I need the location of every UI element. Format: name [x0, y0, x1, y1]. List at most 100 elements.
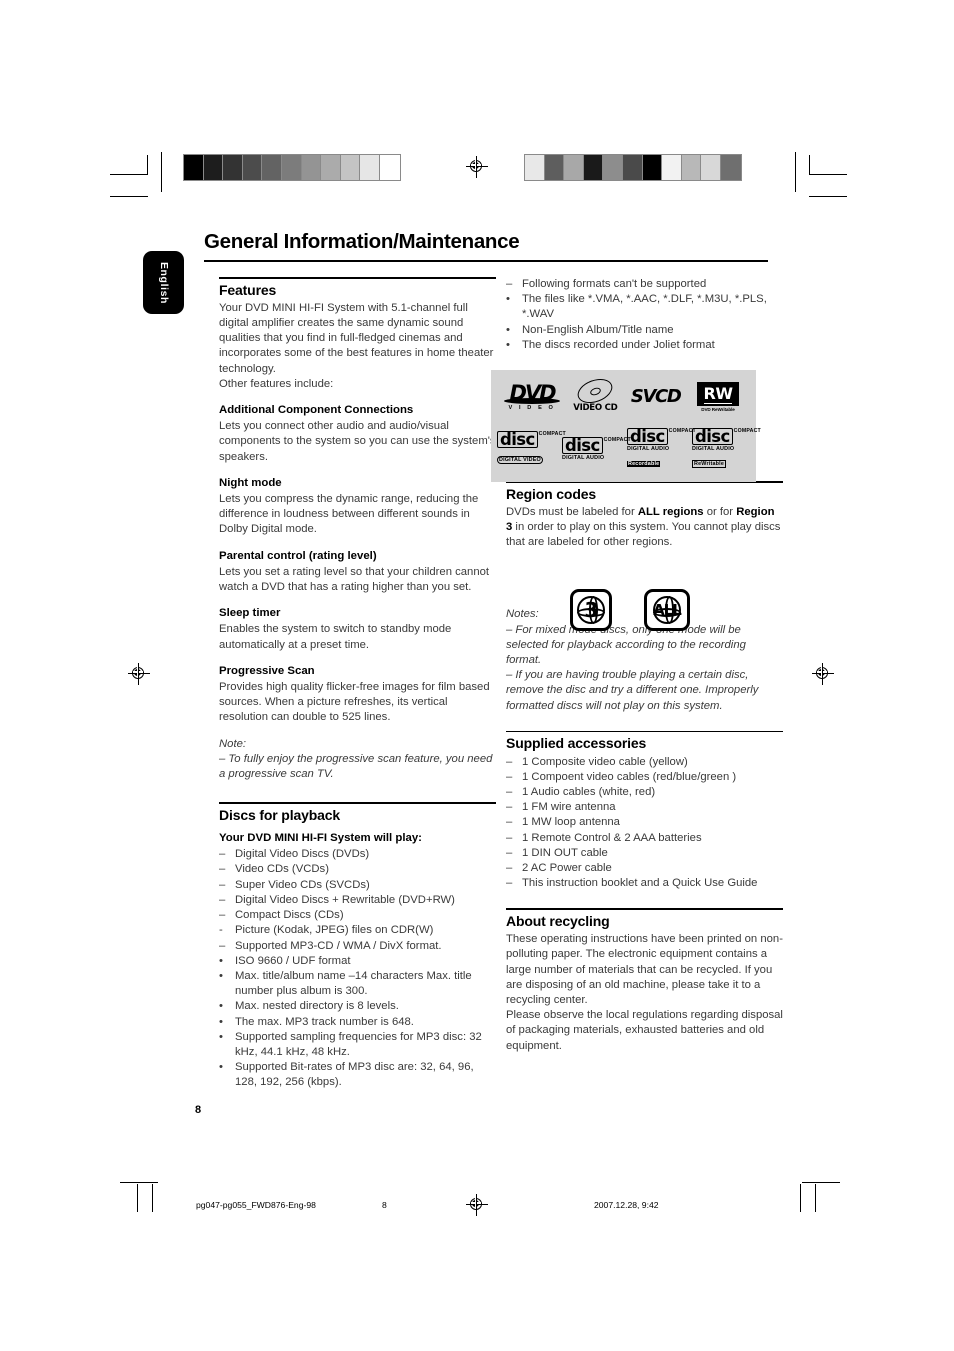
language-tab: English	[143, 251, 184, 314]
list-marker: –	[219, 848, 226, 861]
feature-body-2: Lets you set a rating level so that your…	[219, 565, 490, 594]
cd-logo-disc-word: disc	[497, 431, 538, 449]
page-title: General Information/Maintenance	[204, 230, 520, 253]
wedge-patch	[203, 155, 224, 180]
wedge-patch	[720, 155, 741, 180]
crop-mark-tr-h2	[809, 196, 847, 198]
cd-logo-compact-word: COMPACT	[733, 428, 761, 434]
discs-section: Discs for playback Your DVD MINI HI-FI S…	[219, 802, 496, 1090]
cd-logo-top: disc COMPACT	[627, 428, 696, 445]
region-3-icon-label: 3	[584, 598, 599, 622]
crop-mark-tr-h	[809, 174, 847, 176]
list-text: 1 Audio cables (white, red)	[522, 786, 656, 799]
discs-subheading: Your DVD MINI HI-FI System will play:	[219, 832, 422, 845]
list-text: Digital Video Discs (DVDs)	[235, 848, 370, 861]
cd-logo-band-2: Recordable	[627, 460, 661, 467]
crop-mark-tl-v2	[161, 152, 163, 192]
discs-list: – Digital Video Discs (DVDs) – Video CDs (…	[219, 847, 496, 1090]
list-marker: -	[219, 924, 223, 937]
supported-disc-logos-panel: DVD V I D E O VIDEO CD SVCD RW DVD ReWri…	[491, 370, 761, 482]
crop-mark-br-h	[802, 1182, 840, 1184]
list-text: 1 Composite video cable (yellow)	[522, 755, 688, 768]
list-item: • Supported Bit-rates of MP3 disc are: 32…	[219, 1060, 496, 1090]
wedge-patch	[622, 155, 643, 180]
feature-body-0: Lets you connect other audio and audio/v…	[219, 420, 496, 463]
footer-page: 8	[382, 1200, 387, 1210]
list-item: – This instruction booklet and a Quick Us…	[506, 876, 783, 891]
feature-title-1: Night mode	[219, 476, 282, 489]
recycling-divider	[506, 908, 783, 911]
list-marker: –	[506, 801, 513, 814]
features-heading: Features	[219, 281, 277, 298]
footer-timestamp: 2007.12.28, 9:42	[594, 1200, 659, 1210]
accessories-list: –1 Composite video cable (yellow) –1 Com…	[506, 755, 783, 892]
list-item: – Compact Discs (CDs)	[219, 908, 496, 923]
wedge-patch	[281, 155, 302, 180]
feature-title-2: Parental control (rating level)	[219, 549, 377, 562]
list-item: – Super Video CDs (SVCDs)	[219, 878, 496, 893]
list-text: 1 Compoent video cables (red/blue/green …	[522, 770, 737, 783]
list-text: Non-English Album/Title name	[522, 323, 674, 336]
list-text: 1 FM wire antenna	[522, 801, 616, 814]
region-text-3: in order to play on this system. You can…	[506, 521, 781, 549]
list-item: • The discs recorded under Joliet format	[506, 338, 783, 353]
wedge-patch	[262, 155, 282, 180]
list-marker: •	[219, 969, 223, 982]
accessories-heading: Supplied accessories	[506, 735, 647, 752]
list-item: –1 Compoent video cables (red/blue/green…	[506, 770, 783, 785]
wedge-patch	[242, 155, 263, 180]
list-item: – Digital Video Discs + Rewritable (DVD+R…	[219, 893, 496, 908]
crop-mark-tl-h	[110, 174, 148, 176]
list-text: Digital Video Discs + Rewritable (DVD+RW…	[235, 893, 455, 906]
list-marker: –	[219, 863, 226, 876]
discs-heading: Discs for playback	[219, 806, 341, 823]
list-text: Max. nested directory is 8 levels.	[235, 1000, 399, 1013]
cd-logo-disc-word: disc	[562, 437, 603, 454]
cd-logo-top: disc COMPACT	[497, 431, 566, 449]
cd-logo-top: disc COMPACT	[562, 437, 631, 454]
registration-mark-left	[128, 663, 150, 685]
list-item: – Following formats can't be supported	[506, 277, 783, 292]
feature-body-1: Lets you compress the dynamic range, red…	[219, 493, 479, 536]
list-item: • The max. MP3 track number is 648.	[219, 1015, 496, 1030]
wedge-patch	[583, 155, 604, 180]
region-code-icons: 3 ALL	[570, 589, 690, 631]
svcd-logo: SVCD	[628, 386, 684, 407]
list-text: Picture (Kodak, JPEG) files on CDR(W)	[235, 924, 434, 937]
dvd-rewritable-logo-sub: DVD ReWritable	[701, 406, 735, 412]
list-marker: –	[219, 878, 226, 891]
feature-body-4: Provides high quality flicker-free image…	[219, 681, 490, 724]
list-marker: •	[219, 1061, 223, 1074]
wedge-patch	[544, 155, 565, 180]
grayscale-step-wedge-left	[183, 154, 401, 181]
region-note-2: – If you are having trouble playing a ce…	[506, 669, 759, 712]
crop-mark-tr-v2	[809, 155, 811, 175]
document-page: English General Information/Maintenance …	[0, 0, 954, 1351]
list-marker: –	[506, 816, 513, 829]
feature-title-0: Additional Component Connections	[219, 404, 414, 417]
recycling-body-1: These operating instructions have been p…	[506, 933, 783, 1007]
features-section: Features Your DVD MINI HI-FI System with…	[219, 277, 496, 782]
list-item: – Supported MP3-CD / WMA / DivX format.	[219, 939, 496, 954]
dvd-rewritable-logo: RW DVD ReWritable	[690, 381, 746, 412]
list-text: Video CDs (VCDs)	[235, 863, 329, 876]
feature-title-4: Progressive Scan	[219, 664, 315, 677]
list-text: 1 Remote Control & 2 AAA batteries	[522, 831, 702, 844]
list-marker: •	[219, 1030, 223, 1043]
wedge-patch	[379, 155, 400, 180]
list-item: –1 FM wire antenna	[506, 800, 783, 815]
features-note-label: Note:	[219, 737, 247, 750]
list-text: Supported sampling frequencies for MP3 d…	[235, 1030, 482, 1058]
dvd-video-logo-word: DVD	[509, 380, 556, 405]
wedge-patch	[223, 155, 243, 180]
left-column: Features Your DVD MINI HI-FI System with…	[219, 277, 496, 1091]
list-marker: •	[219, 1015, 223, 1028]
crop-mark-br-v	[800, 1184, 802, 1212]
list-item: – Digital Video Discs (DVDs)	[219, 847, 496, 862]
list-item: –1 Remote Control & 2 AAA batteries	[506, 831, 783, 846]
registration-mark-top	[466, 156, 488, 178]
crop-mark-tl-v	[147, 155, 149, 175]
wedge-patch	[662, 155, 682, 180]
dvd-video-logo: DVD V I D E O	[501, 380, 563, 411]
list-marker: –	[506, 755, 513, 768]
